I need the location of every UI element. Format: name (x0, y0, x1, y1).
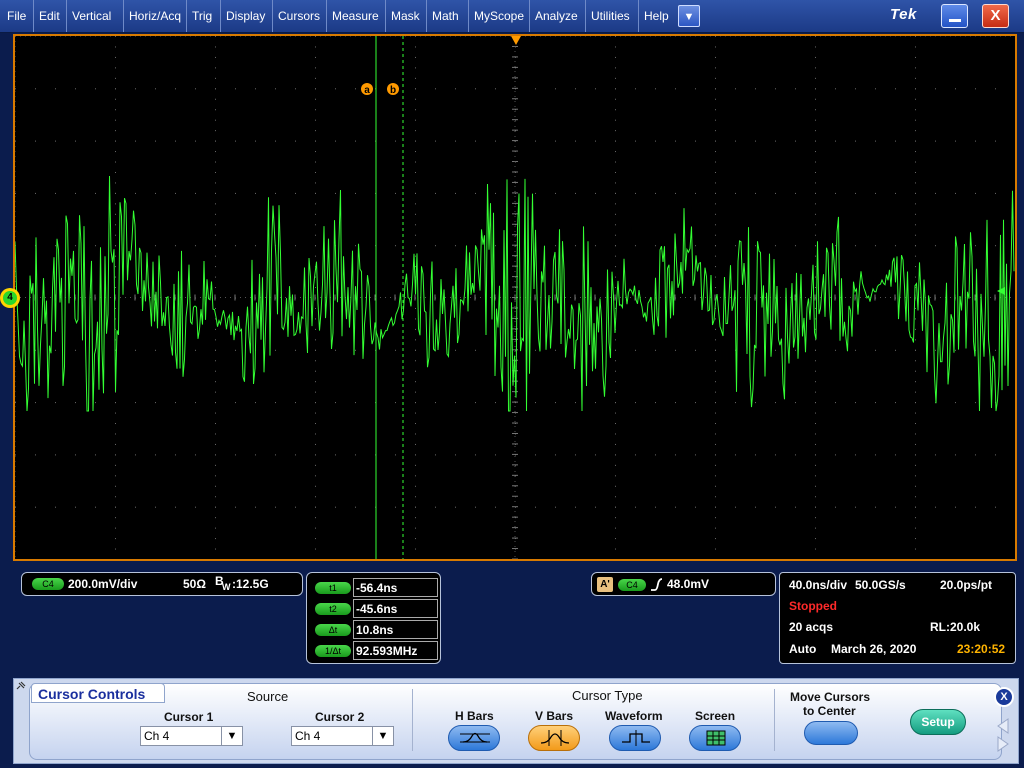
trigger-info-panel[interactable]: A' C4 48.0mV (591, 572, 776, 596)
acquisition-state: Stopped (789, 599, 837, 613)
graticule: a b (15, 36, 1015, 559)
menu-vertical[interactable]: Vertical (67, 0, 124, 32)
resolution: 20.0ps/pt (940, 578, 993, 592)
delta-t-badge: Δt (315, 624, 351, 636)
tek-logo: Tek (890, 6, 917, 23)
inv-delta-t-badge: 1/Δt (315, 645, 351, 657)
ch4-impedance: 50Ω (183, 577, 206, 591)
screen-label: Screen (695, 709, 736, 723)
hbars-button[interactable] (448, 725, 500, 751)
t2-box: -45.6ns (353, 599, 438, 618)
cursor-controls-panel: Cursor Controls Source Cursor 1 Ch 4 ▼ C… (13, 678, 1019, 764)
graticule-grid (15, 36, 1015, 559)
menu-file[interactable]: File (2, 0, 34, 32)
cursor1-source-value: Ch 4 (144, 729, 170, 743)
cursor2-label: Cursor 2 (315, 710, 365, 724)
waveform-display[interactable]: a b (13, 34, 1017, 561)
bandwidth-sub: W (222, 582, 231, 592)
delta-t-value: 10.8ns (356, 623, 394, 637)
chevron-down-icon[interactable]: ▼ (221, 727, 242, 745)
delta-t-box: 10.8ns (353, 620, 438, 639)
trigger-level: 48.0mV (667, 577, 710, 591)
record-length: RL:20.0k (930, 620, 981, 634)
menu-measure[interactable]: Measure (327, 0, 386, 32)
panel-scroll-arrows[interactable] (996, 717, 1010, 753)
date: March 26, 2020 (831, 642, 917, 656)
menu-dropdown-button[interactable]: ▼ (678, 5, 700, 27)
menu-horiz-acq[interactable]: Horiz/Acq (124, 0, 187, 32)
t1-value: -56.4ns (356, 581, 398, 595)
rising-edge-icon (651, 578, 663, 591)
setup-button[interactable]: Setup (910, 709, 966, 735)
minimize-button[interactable] (941, 4, 968, 28)
acquisition-count: 20 acqs (789, 620, 834, 634)
menu-utilities[interactable]: Utilities (586, 0, 639, 32)
waveform-cursor-icon (622, 730, 650, 746)
cursor-a-label: a (364, 85, 370, 96)
trigger-mode: Auto (789, 642, 817, 656)
menu-edit[interactable]: Edit (34, 0, 67, 32)
minimize-icon (949, 19, 961, 22)
t2-value: -45.6ns (356, 602, 398, 616)
t1-box: -56.4ns (353, 578, 438, 597)
menu-mask[interactable]: Mask (386, 0, 427, 32)
ch4-scale: 200.0mV/div (68, 577, 138, 591)
menu-help[interactable]: Help (639, 0, 675, 32)
hbars-label: H Bars (455, 709, 494, 723)
source-label: Source (247, 689, 289, 704)
menu-math[interactable]: Math (427, 0, 469, 32)
time: 23:20:52 (957, 642, 1006, 656)
menu-cursors[interactable]: Cursors (273, 0, 327, 32)
waveform-label: Waveform (605, 709, 663, 723)
close-panel-button[interactable]: X (994, 687, 1014, 707)
screen-type-button[interactable] (689, 725, 741, 751)
horizontal-scale: 40.0ns/div (789, 578, 848, 592)
menu-myscope[interactable]: MyScope (469, 0, 530, 32)
chevron-down-icon[interactable]: ▼ (372, 727, 393, 745)
menu-trig[interactable]: Trig (187, 0, 221, 32)
inv-delta-t-value: 92.593MHz (356, 644, 418, 658)
ch4-marker-label: 4 (3, 291, 17, 305)
move-cursors-label: Move Cursors (790, 690, 871, 704)
waveform-type-button[interactable] (609, 725, 661, 751)
timebase-panel[interactable]: 40.0ns/div 50.0GS/s 20.0ps/pt Stopped 20… (779, 572, 1016, 664)
t2-badge: t2 (315, 603, 351, 615)
sample-rate: 50.0GS/s (855, 578, 906, 592)
pin-icon[interactable] (16, 681, 26, 691)
trigger-source-badge: C4 (618, 579, 646, 591)
cursor2-source-value: Ch 4 (295, 729, 321, 743)
close-window-button[interactable]: X (982, 4, 1009, 28)
divider (412, 689, 413, 751)
to-center-label: to Center (803, 704, 856, 718)
move-cursors-to-center-button[interactable] (804, 721, 858, 745)
trigger-mode-badge: A' (597, 577, 613, 592)
cursor-controls-title: Cursor Controls (31, 683, 165, 703)
cursor-type-label: Cursor Type (572, 688, 643, 703)
hbars-icon (460, 732, 490, 743)
screen-cursor-icon (706, 730, 726, 746)
ch4-badge: C4 (32, 578, 64, 590)
cursor-b-label: b (390, 85, 396, 96)
t1-badge: t1 (315, 582, 351, 594)
vbars-button[interactable] (528, 725, 580, 751)
trigger-position-marker[interactable] (511, 36, 521, 45)
vbars-icon (540, 730, 570, 746)
inv-delta-t-box: 92.593MHz (353, 641, 438, 660)
menu-bar: File Edit Vertical Horiz/Acq Trig Displa… (0, 0, 1024, 33)
cursor-readout-panel: t1 -56.4ns t2 -45.6ns Δt 10.8ns 1/Δt 92.… (306, 572, 441, 664)
cursor1-source-select[interactable]: Ch 4 ▼ (140, 726, 243, 746)
menu-display[interactable]: Display (221, 0, 273, 32)
channel-info-panel[interactable]: C4 200.0mV/div 50Ω B W :12.5G (21, 572, 303, 596)
menu-analyze[interactable]: Analyze (530, 0, 586, 32)
cursor2-source-select[interactable]: Ch 4 ▼ (291, 726, 394, 746)
divider (774, 689, 775, 751)
vbars-label: V Bars (535, 709, 574, 723)
cursor1-label: Cursor 1 (164, 710, 214, 724)
bandwidth-value: :12.5G (232, 577, 269, 591)
ch4-ground-marker[interactable]: 4 (0, 288, 20, 308)
